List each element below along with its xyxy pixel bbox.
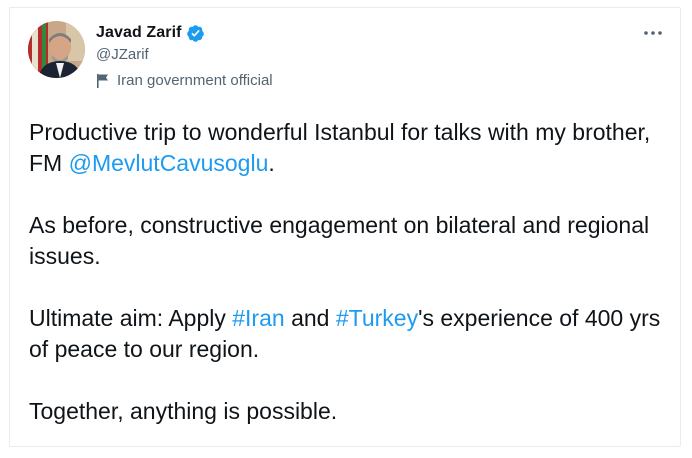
more-horizontal-icon bbox=[644, 31, 662, 35]
verified-badge-icon bbox=[186, 24, 205, 43]
mention-link[interactable]: @MevlutCavusoglu bbox=[69, 150, 269, 176]
tweet-paragraph-3: Ultimate aim: Apply #Iran and #Turkey's … bbox=[29, 303, 669, 365]
tweet-text-segment: . bbox=[268, 150, 275, 176]
avatar[interactable] bbox=[28, 21, 85, 78]
tweet-text: Productive trip to wonderful Istanbul fo… bbox=[29, 117, 669, 458]
account-label[interactable]: Iran government official bbox=[96, 72, 273, 89]
account-label-text: Iran government official bbox=[117, 72, 273, 89]
more-options-button[interactable] bbox=[642, 24, 664, 42]
tweet-paragraph-2: As before, constructive engagement on bi… bbox=[29, 212, 650, 269]
hashtag-link-turkey[interactable]: #Turkey bbox=[336, 305, 418, 331]
tweet-paragraph-1: Productive trip to wonderful Istanbul fo… bbox=[29, 117, 669, 179]
author-handle[interactable]: @JZarif bbox=[96, 46, 149, 63]
author-display-name[interactable]: Javad Zarif bbox=[96, 24, 182, 42]
tweet-text-segment: and bbox=[284, 305, 336, 331]
tweet-card: Javad Zarif @JZarif Iran government offi… bbox=[9, 7, 681, 447]
tweet-text-segment: Ultimate aim: Apply bbox=[29, 305, 233, 331]
tweet-paragraph-4: Together, anything is possible. bbox=[29, 398, 338, 424]
author-name-row[interactable]: Javad Zarif bbox=[96, 22, 205, 44]
avatar-image bbox=[28, 21, 85, 78]
flag-icon bbox=[96, 73, 110, 89]
hashtag-link-iran[interactable]: #Iran bbox=[232, 305, 284, 331]
